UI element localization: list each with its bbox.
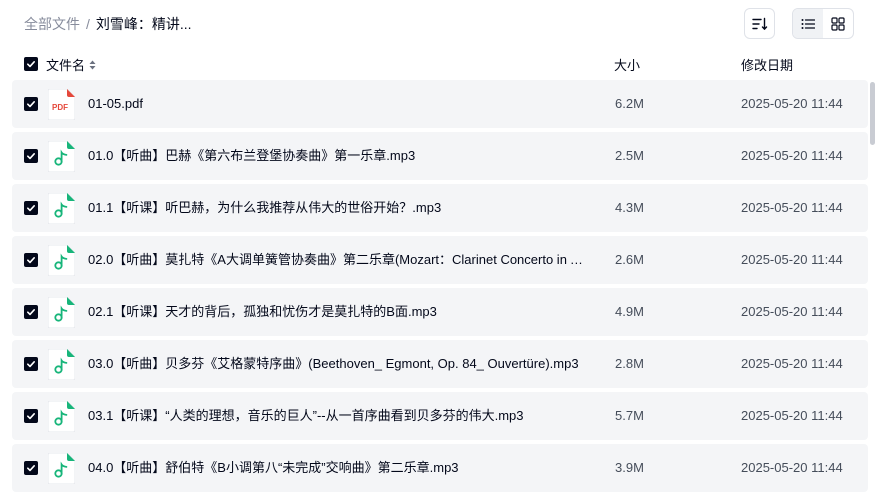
breadcrumb-separator: / — [86, 16, 90, 32]
column-header-size[interactable]: 大小 — [614, 55, 640, 74]
file-size: 2.8M — [615, 356, 644, 371]
file-name[interactable]: 02.0【听曲】莫扎特《A大调单簧管协奏曲》第二乐章(Mozart：Clarin… — [88, 252, 588, 268]
file-name[interactable]: 03.0【听曲】贝多芬《艾格蒙特序曲》(Beethoven_ Egmont, O… — [88, 356, 588, 372]
file-modified-date: 2025-05-20 11:44 — [741, 200, 843, 215]
audio-file-icon — [47, 140, 76, 173]
checkmark-icon — [27, 205, 35, 212]
file-size: 2.5M — [615, 148, 644, 163]
audio-file-icon — [47, 192, 76, 225]
checkmark-icon — [27, 465, 35, 472]
checkmark-icon — [27, 309, 35, 316]
checkmark-icon — [27, 153, 35, 160]
row-checkbox[interactable] — [24, 97, 38, 111]
breadcrumb-root-link[interactable]: 全部文件 — [24, 15, 80, 33]
file-row[interactable]: 04.0【听曲】舒伯特《B小调第八“未完成”交响曲》第二乐章.mp3 3.9M 20… — [12, 444, 868, 492]
file-name[interactable]: 01.1【听课】听巴赫，为什么我推荐从伟大的世俗开始？.mp3 — [88, 200, 588, 216]
sort-descending-icon — [751, 17, 767, 30]
table-header: 文件名 大小 修改日期 — [0, 52, 878, 76]
file-modified-date: 2025-05-20 11:44 — [741, 408, 843, 423]
top-bar: 全部文件 / 刘雪峰：精讲... — [0, 0, 878, 50]
file-row[interactable]: PDF 01-05.pdf 6.2M 2025-05-20 11:44 — [12, 80, 868, 128]
list-view-button[interactable] — [793, 9, 823, 38]
file-row[interactable]: 01.1【听课】听巴赫，为什么我推荐从伟大的世俗开始？.mp3 4.3M 2025-… — [12, 184, 868, 232]
file-modified-date: 2025-05-20 11:44 — [741, 304, 843, 319]
file-modified-date: 2025-05-20 11:44 — [741, 148, 843, 163]
row-checkbox[interactable] — [24, 357, 38, 371]
sort-arrows-icon — [89, 60, 96, 70]
audio-file-icon — [47, 348, 76, 381]
file-size: 5.7M — [615, 408, 644, 423]
column-header-modified[interactable]: 修改日期 — [741, 55, 793, 74]
file-row[interactable]: 03.0【听曲】贝多芬《艾格蒙特序曲》(Beethoven_ Egmont, O… — [12, 340, 868, 388]
file-size: 4.9M — [615, 304, 644, 319]
file-row[interactable]: 02.0【听曲】莫扎特《A大调单簧管协奏曲》第二乐章(Mozart：Clarin… — [12, 236, 868, 284]
file-size: 6.2M — [615, 96, 644, 111]
row-checkbox[interactable] — [24, 149, 38, 163]
sort-button[interactable] — [744, 8, 775, 39]
scrollbar-thumb[interactable] — [870, 82, 875, 145]
file-row[interactable]: 01.0【听曲】巴赫《第六布兰登堡协奏曲》第一乐章.mp3 2.5M 2025-05… — [12, 132, 868, 180]
file-size: 4.3M — [615, 200, 644, 215]
breadcrumb: 全部文件 / 刘雪峰：精讲... — [24, 15, 192, 33]
audio-file-icon — [47, 452, 76, 485]
checkmark-icon — [27, 101, 35, 108]
file-row[interactable]: 02.1【听课】天才的背后，孤独和忧伤才是莫扎特的B面.mp3 4.9M 2025-… — [12, 288, 868, 336]
row-checkbox[interactable] — [24, 409, 38, 423]
svg-text:PDF: PDF — [52, 103, 68, 112]
file-size: 3.9M — [615, 460, 644, 475]
file-list: PDF 01-05.pdf 6.2M 2025-05-20 11:44 01.0【听… — [12, 80, 868, 495]
row-checkbox[interactable] — [24, 201, 38, 215]
row-checkbox[interactable] — [24, 253, 38, 267]
grid-view-icon — [831, 16, 845, 31]
audio-file-icon — [47, 296, 76, 329]
select-all-checkbox[interactable] — [24, 57, 38, 71]
view-mode-toggle — [792, 8, 854, 39]
file-modified-date: 2025-05-20 11:44 — [741, 356, 843, 371]
column-header-name-label: 文件名 — [46, 58, 86, 73]
checkmark-icon — [27, 361, 35, 368]
pdf-file-icon: PDF — [47, 88, 76, 121]
row-checkbox[interactable] — [24, 305, 38, 319]
file-name[interactable]: 01.0【听曲】巴赫《第六布兰登堡协奏曲》第一乐章.mp3 — [88, 148, 588, 164]
checkmark-icon — [27, 257, 35, 264]
breadcrumb-current-folder: 刘雪峰：精讲... — [95, 16, 192, 32]
file-name[interactable]: 01-05.pdf — [88, 96, 588, 112]
grid-view-button[interactable] — [823, 9, 853, 38]
checkmark-icon — [27, 413, 35, 420]
file-name[interactable]: 02.1【听课】天才的背后，孤独和忧伤才是莫扎特的B面.mp3 — [88, 304, 588, 320]
audio-file-icon — [47, 400, 76, 433]
file-modified-date: 2025-05-20 11:44 — [741, 252, 843, 267]
file-size: 2.6M — [615, 252, 644, 267]
row-checkbox[interactable] — [24, 461, 38, 475]
file-modified-date: 2025-05-20 11:44 — [741, 460, 843, 475]
file-name[interactable]: 04.0【听曲】舒伯特《B小调第八“未完成”交响曲》第二乐章.mp3 — [88, 460, 588, 476]
checkmark-icon — [27, 61, 35, 68]
file-name[interactable]: 03.1【听课】“人类的理想，音乐的巨人”--从一首序曲看到贝多芬的伟大.mp3 — [88, 408, 588, 424]
audio-file-icon — [47, 244, 76, 277]
list-view-icon — [801, 18, 815, 29]
column-header-name[interactable]: 文件名 — [46, 55, 96, 74]
file-row[interactable]: 03.1【听课】“人类的理想，音乐的巨人”--从一首序曲看到贝多芬的伟大.mp3… — [12, 392, 868, 440]
file-modified-date: 2025-05-20 11:44 — [741, 96, 843, 111]
